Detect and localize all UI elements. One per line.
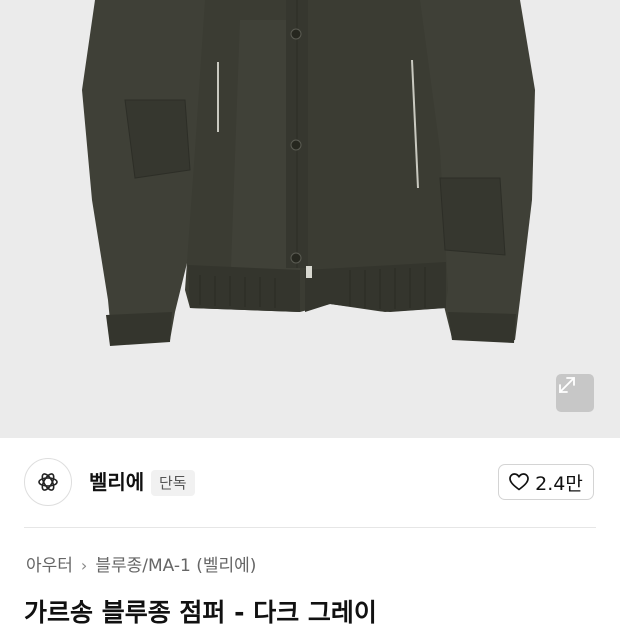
- like-button[interactable]: 2.4만: [498, 464, 594, 500]
- breadcrumb-item-blouson[interactable]: 블루종/MA-1 (벨리에): [95, 554, 256, 578]
- expand-icon: [559, 377, 575, 393]
- expand-button[interactable]: [556, 374, 594, 412]
- brand-logo-icon: [38, 473, 58, 491]
- breadcrumb-item-outer[interactable]: 아우터: [26, 554, 73, 578]
- product-image[interactable]: [0, 0, 620, 438]
- brand-name[interactable]: 벨리에: [89, 468, 144, 496]
- brand-row: 벨리에 단독 2.4만: [0, 438, 620, 528]
- breadcrumb: 아우터 › 블루종/MA-1 (벨리에): [26, 554, 256, 578]
- heart-icon: [509, 473, 529, 491]
- divider: [24, 527, 596, 528]
- chevron-right-icon: ›: [80, 556, 88, 575]
- like-count: 2.4만: [535, 472, 583, 495]
- exclusive-badge: 단독: [151, 470, 195, 496]
- jacket-photo: [82, 0, 535, 346]
- product-title: 가르송 블루종 점퍼 - 다크 그레이: [24, 598, 377, 627]
- brand-logo[interactable]: [24, 458, 72, 506]
